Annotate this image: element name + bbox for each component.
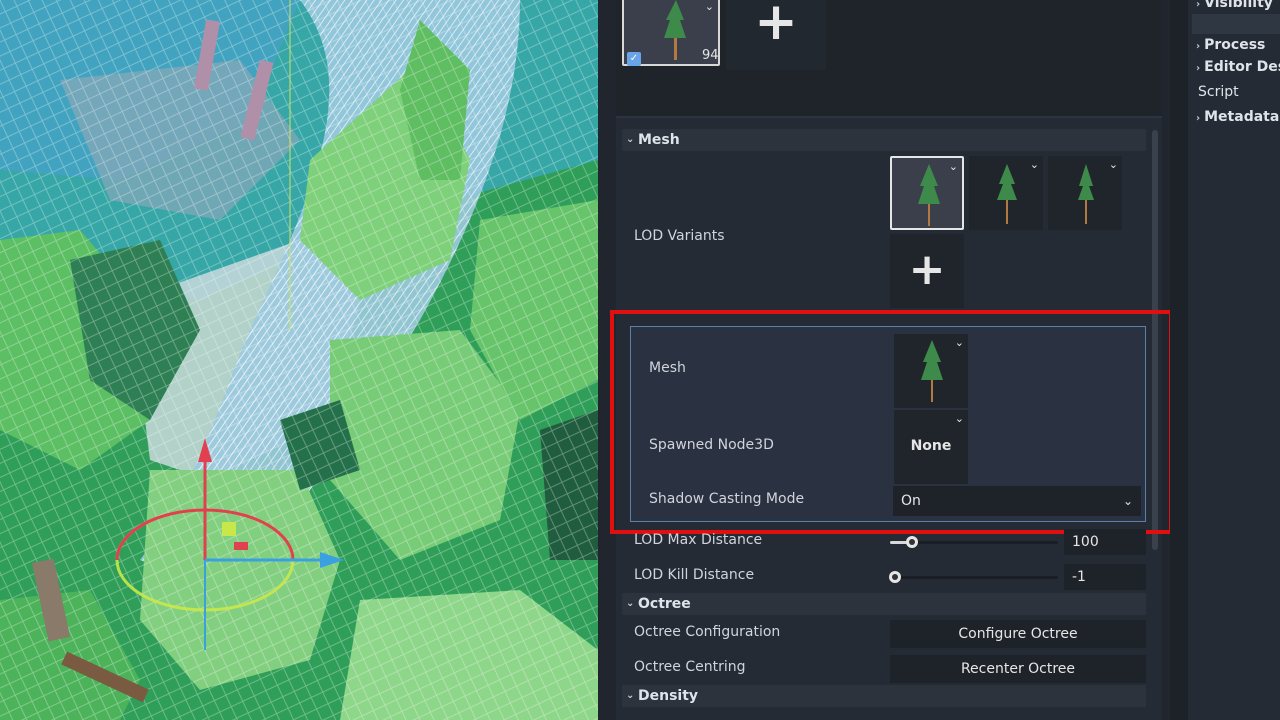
lod-variant-1[interactable]: ⌄ — [969, 156, 1043, 230]
dock-item-editor-description[interactable]: ›Editor Desc — [1196, 59, 1280, 75]
editor-window: ⌄ ✓ 94 + ⌄ Mesh LOD Variants ⌄ ⌄ ⌄ + Mes… — [0, 0, 1280, 720]
right-dock — [1170, 0, 1280, 720]
chevron-down-icon[interactable]: ⌄ — [1030, 158, 1039, 171]
3d-viewport[interactable] — [0, 0, 598, 720]
lod-max-distance-label: LOD Max Distance — [634, 532, 763, 548]
dock-item-label: Visibility — [1204, 0, 1273, 11]
lod-kill-distance-label: LOD Kill Distance — [634, 567, 755, 583]
lod-variant-2[interactable]: ⌄ — [1048, 156, 1122, 230]
plus-icon: + — [754, 0, 798, 52]
section-octree-header[interactable]: ⌄ Octree — [622, 593, 1146, 615]
chevron-down-icon: ⌄ — [626, 690, 635, 701]
add-mesh-button[interactable]: + — [726, 0, 826, 70]
slider-knob[interactable] — [889, 571, 901, 583]
lod-max-distance-field[interactable]: 100 — [1064, 529, 1146, 555]
chevron-down-icon[interactable]: ⌄ — [705, 0, 714, 13]
dock-item-script[interactable]: Script — [1198, 84, 1239, 100]
chevron-down-icon[interactable]: ⌄ — [949, 160, 958, 173]
mesh-count: 94 — [702, 48, 719, 63]
section-octree-title: Octree — [638, 596, 691, 612]
dock-item-visibility[interactable]: › Visibility — [1196, 0, 1273, 11]
add-lod-variant-button[interactable]: + — [890, 234, 964, 308]
section-density-title: Density — [638, 688, 699, 704]
chevron-right-icon: › — [1196, 63, 1201, 74]
scene-render — [0, 0, 598, 720]
check-icon[interactable]: ✓ — [627, 52, 641, 66]
configure-octree-button[interactable]: Configure Octree — [890, 620, 1146, 648]
dock-item-metadata[interactable]: › Metadata — [1196, 109, 1279, 125]
section-mesh-title: Mesh — [638, 132, 680, 148]
lod-variant-0[interactable]: ⌄ — [890, 156, 964, 230]
dock-selected-row — [1192, 14, 1280, 34]
octree-centring-label: Octree Centring — [634, 659, 746, 675]
lod-kill-distance-field[interactable]: -1 — [1064, 564, 1146, 590]
chevron-down-icon: ⌄ — [626, 598, 635, 609]
octree-configuration-label: Octree Configuration — [634, 624, 781, 640]
highlight-box — [610, 310, 1173, 534]
chevron-down-icon[interactable]: ⌄ — [1109, 158, 1118, 171]
chevron-right-icon: › — [1196, 41, 1201, 52]
chevron-right-icon: › — [1196, 0, 1201, 10]
chevron-down-icon: ⌄ — [626, 134, 635, 145]
right-dock-strip — [1188, 0, 1280, 720]
recenter-octree-button[interactable]: Recenter Octree — [890, 655, 1146, 683]
dock-item-process[interactable]: › Process — [1196, 37, 1265, 53]
dock-item-label: Script — [1198, 84, 1239, 100]
plus-icon: + — [908, 244, 946, 295]
dock-item-label: Process — [1204, 37, 1266, 53]
chevron-right-icon: › — [1196, 113, 1201, 124]
slider-knob[interactable] — [906, 536, 918, 548]
lod-variants-label: LOD Variants — [634, 228, 725, 244]
lod-kill-distance-slider[interactable] — [890, 576, 1058, 579]
dock-item-label: Editor Desc — [1204, 59, 1280, 75]
dock-item-label: Metadata — [1204, 109, 1280, 125]
section-mesh-header[interactable]: ⌄ Mesh — [622, 129, 1146, 151]
section-density-header[interactable]: ⌄ Density — [622, 685, 1146, 707]
